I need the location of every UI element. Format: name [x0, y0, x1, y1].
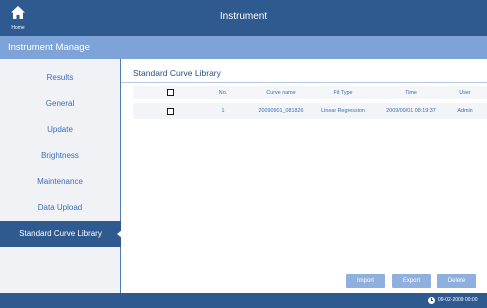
cell-user: Admin: [457, 108, 473, 114]
table-header: No. Curve name Fit Type Time User: [133, 86, 487, 99]
select-all-cell: [158, 86, 182, 99]
import-button[interactable]: Import: [346, 274, 385, 288]
sidebar-item-standard-curve-library[interactable]: Standard Curve Library: [0, 221, 122, 247]
column-header-no: No.: [218, 89, 228, 96]
column-header-curve-name: Curve name: [266, 89, 296, 96]
sidebar: Results General Update Brightness Mainte…: [0, 59, 122, 293]
delete-button[interactable]: Delete: [437, 274, 476, 288]
sidebar-item-general[interactable]: General: [0, 91, 120, 117]
cell-no: 1: [221, 108, 225, 114]
app-title: Instrument: [219, 11, 268, 22]
home-label: Home: [11, 25, 25, 31]
cell-time: 2009/09/01 08:19:37: [386, 108, 436, 114]
column-header-time: Time: [405, 89, 417, 96]
status-bar: 09-02-2009 00:00: [0, 293, 487, 308]
clock-icon: [428, 297, 435, 304]
sidebar-item-brightness[interactable]: Brightness: [0, 143, 120, 169]
cell-curve-name: 20090901_081826: [258, 108, 304, 114]
row-checkbox[interactable]: [166, 107, 174, 115]
row-select-cell: [158, 103, 182, 119]
title-divider: [121, 82, 487, 83]
section-bar: Instrument Manage: [0, 36, 487, 59]
main-content: Standard Curve Library No. Curve name Fi…: [121, 59, 487, 293]
sidebar-item-maintenance[interactable]: Maintenance: [0, 169, 120, 195]
section-title: Instrument Manage: [8, 42, 90, 53]
top-bar: Home Instrument: [0, 0, 487, 36]
select-all-checkbox[interactable]: [166, 89, 174, 96]
page-title: Standard Curve Library: [133, 68, 221, 78]
column-header-fit-type: Fit Type: [333, 89, 353, 96]
sidebar-item-results[interactable]: Results: [0, 65, 120, 91]
cell-fit-type: Linear Regression: [321, 108, 365, 114]
table-row[interactable]: 1 20090901_081826 Linear Regression 2009…: [133, 103, 487, 119]
column-header-user: User: [459, 89, 471, 96]
sidebar-item-data-upload[interactable]: Data Upload: [0, 195, 120, 221]
export-button[interactable]: Export: [392, 274, 431, 288]
sidebar-item-update[interactable]: Update: [0, 117, 120, 143]
datetime-display: 09-02-2009 00:00: [438, 297, 478, 303]
